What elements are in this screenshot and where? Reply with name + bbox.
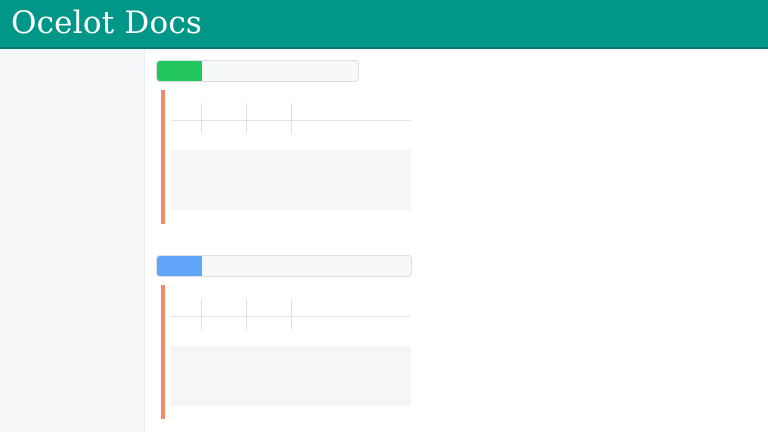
section-accent	[161, 90, 165, 224]
tab-strip	[171, 88, 411, 134]
code-block	[171, 346, 411, 406]
method-badge	[157, 256, 202, 276]
app-header: Ocelot Docs	[0, 0, 768, 49]
section-accent	[161, 285, 165, 419]
sidebar	[0, 49, 145, 432]
tab[interactable]	[202, 299, 247, 330]
tab[interactable]	[247, 103, 292, 134]
tab-strip	[171, 284, 411, 330]
tab[interactable]	[247, 299, 292, 330]
endpoint-bar[interactable]	[156, 255, 412, 277]
app-title[interactable]: Ocelot Docs	[11, 3, 202, 43]
tab[interactable]	[171, 103, 202, 134]
endpoint-bar[interactable]	[156, 60, 359, 82]
code-block	[171, 150, 411, 210]
tab[interactable]	[202, 103, 247, 134]
method-badge	[157, 61, 202, 81]
tab[interactable]	[171, 299, 202, 330]
